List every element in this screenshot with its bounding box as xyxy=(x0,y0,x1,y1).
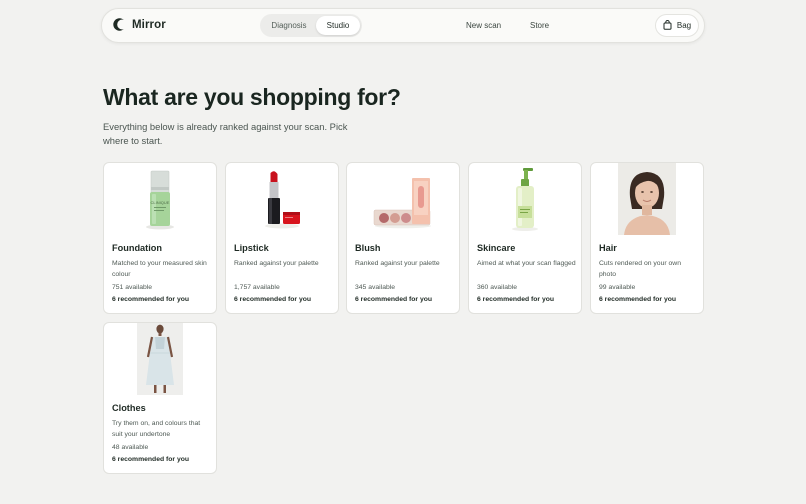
crescent-logo-icon xyxy=(113,18,128,31)
card-description: Try them on, and colours that suit your … xyxy=(112,420,201,438)
card-description: Ranked against your palette xyxy=(355,260,440,267)
recommended-count: 6 recommended for you xyxy=(355,295,433,303)
card-title: Clothes xyxy=(112,403,146,413)
bag-button[interactable]: Bag xyxy=(655,14,699,37)
new-scan-link[interactable]: New scan xyxy=(466,21,501,30)
category-card-blush[interactable]: Blush Ranked against your palette 345 av… xyxy=(346,162,460,314)
card-title: Lipstick xyxy=(234,243,269,253)
category-card-foundation[interactable]: CLINIQUE Foundation Matched to your meas… xyxy=(103,162,217,314)
card-title: Hair xyxy=(599,243,617,253)
card-stats: 345 available 6 recommended for you xyxy=(355,282,432,305)
recommended-count: 6 recommended for you xyxy=(112,295,190,303)
card-description: Ranked against your palette xyxy=(234,260,319,267)
mode-switch: Diagnosis Studio xyxy=(260,14,362,37)
store-link[interactable]: Store xyxy=(530,21,549,30)
top-navbar: Mirror Diagnosis Studio New scan Store B… xyxy=(101,8,705,43)
recommended-count: 6 recommended for you xyxy=(477,295,555,303)
card-description: Aimed at what your scan flagged xyxy=(477,260,576,267)
lipstick-image xyxy=(226,163,338,235)
woman-portrait-image xyxy=(591,163,703,235)
brand[interactable]: Mirror xyxy=(113,18,166,31)
tab-studio[interactable]: Studio xyxy=(316,16,360,35)
card-stats: 751 available 6 recommended for you xyxy=(112,282,189,305)
card-title: Blush xyxy=(355,243,381,253)
card-stats: 1,757 available 6 recommended for you xyxy=(234,282,311,305)
category-card-hair[interactable]: Hair Cuts rendered on your own photo 99 … xyxy=(590,162,704,314)
recommended-count: 6 recommended for you xyxy=(599,295,677,303)
card-title: Skincare xyxy=(477,243,516,253)
available-count: 1,757 available xyxy=(234,284,280,291)
card-description: Cuts rendered on your own photo xyxy=(599,260,681,278)
pump-bottle-image xyxy=(469,163,581,235)
tab-diagnosis[interactable]: Diagnosis xyxy=(262,16,316,35)
shopping-bag-icon xyxy=(663,17,672,35)
available-count: 345 available xyxy=(355,284,396,291)
recommended-count: 6 recommended for you xyxy=(112,455,190,463)
card-stats: 48 available 6 recommended for you xyxy=(112,442,189,465)
available-count: 99 available xyxy=(599,284,636,291)
card-description: Matched to your measured skin colour xyxy=(112,260,207,278)
available-count: 360 available xyxy=(477,284,518,291)
foundation-bottle-image: CLINIQUE xyxy=(104,163,216,235)
dress-model-image xyxy=(104,323,216,395)
card-stats: 99 available 6 recommended for you xyxy=(599,282,676,305)
category-card-lipstick[interactable]: Lipstick Ranked against your palette 1,7… xyxy=(225,162,339,314)
blush-palette-image xyxy=(347,163,459,235)
available-count: 751 available xyxy=(112,284,153,291)
card-stats: 360 available 6 recommended for you xyxy=(477,282,554,305)
svg-text:CLINIQUE: CLINIQUE xyxy=(151,200,170,205)
category-card-skincare[interactable]: Skincare Aimed at what your scan flagged… xyxy=(468,162,582,314)
recommended-count: 6 recommended for you xyxy=(234,295,312,303)
card-title: Foundation xyxy=(112,243,163,253)
bag-label: Bag xyxy=(676,21,692,30)
page-title: What are you shopping for? xyxy=(103,84,401,110)
brand-name: Mirror xyxy=(132,18,166,31)
category-card-clothes[interactable]: Clothes Try them on, and colours that su… xyxy=(103,322,217,474)
available-count: 48 available xyxy=(112,444,149,451)
page-subtitle: Everything below is already ranked again… xyxy=(103,121,348,146)
